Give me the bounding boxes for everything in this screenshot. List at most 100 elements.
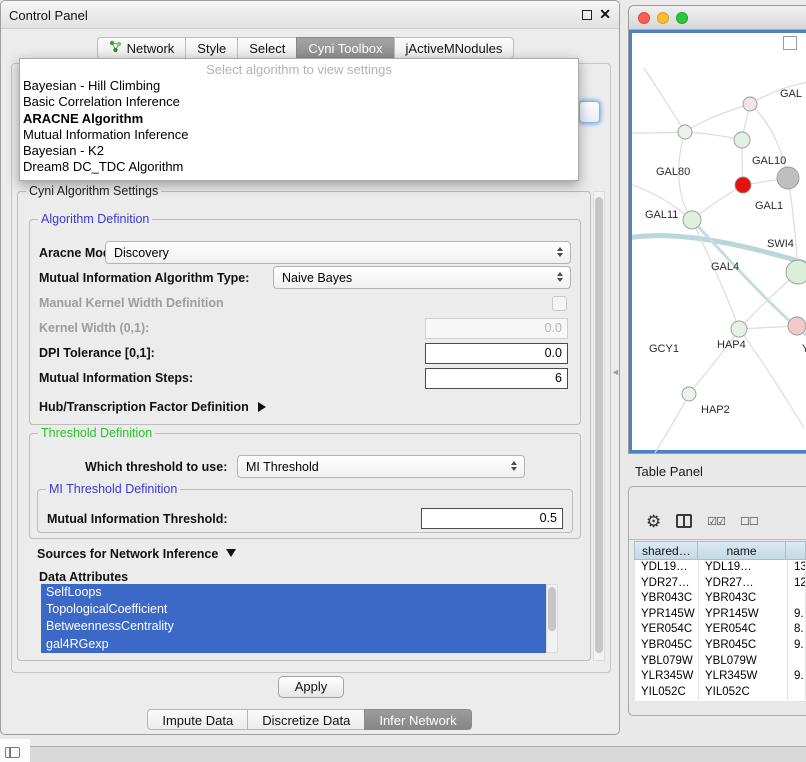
mi-threshold-group-title: MI Threshold Definition (46, 482, 180, 496)
network-icon (109, 40, 122, 56)
table-row[interactable]: YPR145WYPR145W9. (635, 607, 806, 623)
attributes-scrollbar[interactable] (546, 584, 558, 653)
table-cell: YLR345W (635, 669, 699, 685)
dpi-tolerance-input[interactable]: 0.0 (425, 343, 568, 364)
node-label-gal: GAL (780, 88, 802, 100)
aracne-mode-value: Discovery (114, 246, 169, 260)
table-cell: YIL052C (699, 685, 788, 701)
table-row[interactable]: YLR345WYLR345W9. (635, 669, 806, 685)
network-edge[interactable] (739, 329, 804, 428)
table-row[interactable]: YBR043CYBR043C (635, 591, 806, 607)
popup-placeholder-item[interactable]: Select algorithm to view settings (20, 62, 578, 78)
network-edge[interactable] (632, 132, 685, 133)
algorithm-option-mutual-information-inference[interactable]: Mutual Information Inference (20, 127, 578, 143)
table-row[interactable]: YER054CYER054C8. (635, 622, 806, 638)
bottom-tab-impute-data[interactable]: Impute Data (147, 709, 248, 730)
network-node[interactable] (683, 211, 701, 229)
table-cell: 9. (788, 638, 806, 654)
kernel-width-input[interactable]: 0.0 (425, 318, 568, 339)
algorithm-option-aracne-algorithm[interactable]: ARACNE Algorithm (20, 111, 578, 127)
network-node[interactable] (734, 132, 750, 148)
attribute-item-selfloops[interactable]: SelfLoops (41, 584, 546, 601)
column-header-shared-[interactable]: shared… (634, 541, 698, 560)
panel-toggle-icon[interactable] (5, 747, 20, 758)
network-edge[interactable] (685, 132, 742, 140)
tab-cyni-toolbox[interactable]: Cyni Toolbox (296, 37, 394, 59)
tab-jactivemnodules[interactable]: jActiveMNodules (394, 37, 515, 59)
mi-type-select[interactable]: Naive Bayes (273, 266, 571, 289)
table-cell: 8. (788, 622, 806, 638)
columns-icon[interactable] (676, 514, 692, 528)
table-cell: YBR043C (635, 591, 699, 607)
algorithm-dropdown-popup: Select algorithm to view settings Bayesi… (19, 58, 579, 181)
table-cell: 9. (788, 607, 806, 623)
aracne-mode-select[interactable]: Discovery (105, 241, 571, 264)
column-header-name[interactable]: name (697, 541, 786, 560)
combo-arrows-icon (511, 461, 517, 471)
kernel-width-label: Kernel Width (0,1): (39, 321, 149, 335)
network-node[interactable] (682, 387, 696, 401)
deselect-all-icon[interactable]: ☐☐ (740, 515, 758, 528)
network-edge[interactable] (644, 68, 685, 132)
network-node[interactable] (777, 167, 799, 189)
bottom-tab-discretize-data[interactable]: Discretize Data (247, 709, 365, 730)
mi-threshold-input[interactable]: 0.5 (421, 508, 563, 529)
table-cell: YDL19… (699, 560, 788, 576)
algorithm-option-bayesian-k2[interactable]: Bayesian - K2 (20, 143, 578, 159)
gear-icon[interactable]: ⚙ (646, 513, 661, 530)
bottom-tab-infer-network[interactable]: Infer Network (364, 709, 471, 730)
column-header-extra[interactable] (785, 541, 806, 560)
network-edge[interactable] (692, 220, 739, 329)
settings-scrollbar[interactable] (593, 191, 605, 661)
attribute-item-betweennesscentrality[interactable]: BetweennessCentrality (41, 618, 546, 635)
network-edge[interactable] (685, 104, 750, 132)
tab-network[interactable]: Network (97, 37, 187, 59)
algorithm-option-dream8-dc-tdc-algorithm[interactable]: Dream8 DC_TDC Algorithm (20, 159, 578, 175)
select-all-icon[interactable]: ☑☑ (707, 515, 725, 528)
collapse-panel-arrow[interactable]: ◄ (611, 367, 620, 377)
manual-kernel-checkbox[interactable] (552, 296, 567, 311)
control-panel-tab-bar: NetworkStyleSelectCyni ToolboxjActiveMNo… (1, 37, 611, 59)
algorithm-option-list: Bayesian - Hill ClimbingBasic Correlatio… (20, 78, 578, 176)
refresh-button[interactable] (579, 101, 600, 123)
algorithm-option-bayesian-hill-climbing[interactable]: Bayesian - Hill Climbing (20, 78, 578, 94)
network-node[interactable] (743, 97, 757, 111)
network-overview-box[interactable] (783, 36, 797, 50)
tab-style[interactable]: Style (185, 37, 238, 59)
mi-steps-input[interactable]: 6 (425, 368, 568, 389)
status-bar (30, 746, 806, 762)
close-icon[interactable]: ✕ (599, 6, 611, 23)
network-node[interactable] (786, 260, 806, 284)
network-node[interactable] (731, 321, 747, 337)
float-window-icon[interactable] (582, 10, 592, 20)
table-cell (788, 654, 806, 670)
which-threshold-select[interactable]: MI Threshold (237, 455, 525, 478)
table-row[interactable]: YBR045CYBR045C9. (635, 638, 806, 654)
hub-section-toggle[interactable]: Hub/Transcription Factor Definition (39, 400, 266, 414)
which-threshold-label: Which threshold to use: (85, 460, 227, 474)
node-label-y: Y (802, 343, 806, 355)
close-traffic-light[interactable] (638, 12, 650, 24)
tab-select[interactable]: Select (237, 37, 297, 59)
network-edge[interactable] (650, 394, 689, 454)
attribute-item-topologicalcoefficient[interactable]: TopologicalCoefficient (41, 601, 546, 618)
which-threshold-value: MI Threshold (246, 460, 319, 474)
sources-section-toggle[interactable]: Sources for Network Inference (37, 547, 236, 561)
table-row[interactable]: YBL079WYBL079W (635, 654, 806, 670)
network-canvas[interactable]: GALGAL80GAL10GAL11GAL1SWI4GAL4GCY1HAP4HA… (629, 30, 806, 453)
minimize-traffic-light[interactable] (657, 12, 669, 24)
table-row[interactable]: YDR27…YDR27…12 (635, 576, 806, 592)
zoom-traffic-light[interactable] (676, 12, 688, 24)
algorithm-option-basic-correlation-inference[interactable]: Basic Correlation Inference (20, 94, 578, 110)
network-node[interactable] (735, 177, 751, 193)
scrollbar-thumb[interactable] (595, 197, 603, 653)
attribute-item-gal4rgexp[interactable]: gal4RGexp (41, 636, 546, 653)
table-row[interactable]: YIL052CYIL052C (635, 685, 806, 701)
table-row[interactable]: YDL19…YDL19…13 (635, 560, 806, 576)
network-node[interactable] (678, 125, 692, 139)
mi-threshold-label: Mutual Information Threshold: (47, 512, 228, 526)
settings-group-title: Cyni Algorithm Settings (26, 184, 161, 198)
apply-button[interactable]: Apply (278, 676, 344, 698)
scrollbar-thumb[interactable] (548, 587, 556, 631)
network-node[interactable] (788, 317, 806, 335)
